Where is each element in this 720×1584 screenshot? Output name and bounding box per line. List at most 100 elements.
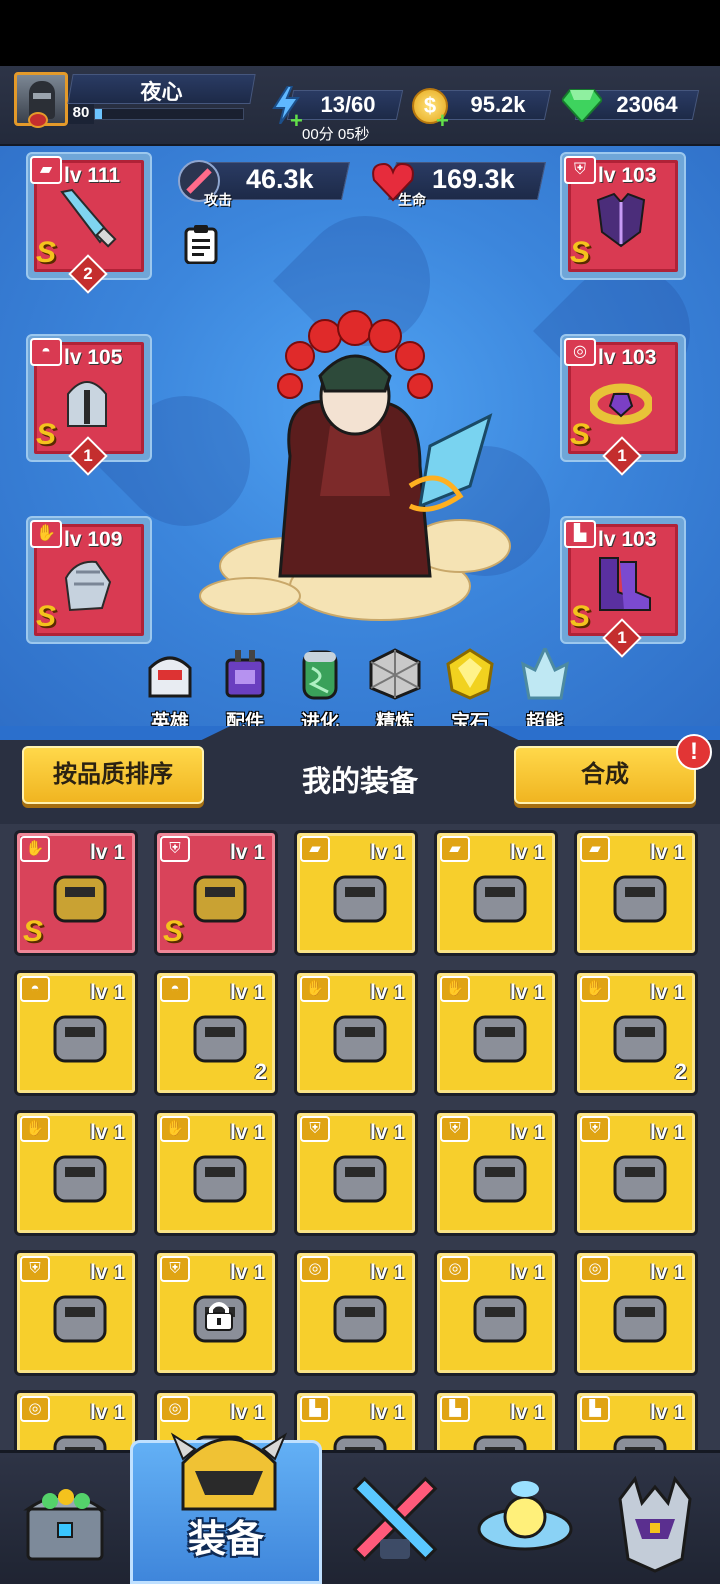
equip-slot-armor[interactable]: ⛨ lv 103 S — [560, 152, 686, 280]
inventory-item[interactable]: ◎ lv 1 — [574, 1250, 698, 1376]
item-level: lv 1 — [509, 981, 545, 1004]
clipboard-icon[interactable] — [184, 224, 218, 264]
weapon-tag-icon: ▰ — [30, 156, 62, 184]
inventory-item[interactable]: ✋ lv 1 2 — [574, 970, 698, 1096]
boots-icon — [613, 1435, 667, 1450]
tab-battle[interactable] — [330, 1459, 460, 1583]
red-belt-icon — [333, 1295, 387, 1343]
inventory-item[interactable]: ✋ lv 1 S — [14, 830, 138, 956]
item-type-tag-icon: ◎ — [20, 1396, 50, 1422]
add-gold-icon[interactable]: + — [436, 110, 452, 132]
item-type-tag-icon: ⛨ — [20, 1256, 50, 1282]
boots-icon — [599, 557, 651, 611]
equip-slot-boots[interactable]: ▙ lv 103 S 1 — [560, 516, 686, 658]
item-level: lv 1 — [229, 1261, 265, 1284]
inventory-item[interactable]: ◎ lv 1 — [14, 1390, 138, 1450]
gem-icon — [562, 89, 602, 122]
white-armor-icon — [613, 1155, 667, 1203]
merge-button[interactable]: 合成 — [514, 746, 696, 804]
cannon-icon — [473, 875, 527, 923]
item-level: lv 1 — [509, 1261, 545, 1284]
item-level: lv 1 — [369, 841, 405, 864]
item-level: lv 1 — [89, 1401, 125, 1424]
boots-icon — [333, 1435, 387, 1450]
slot-level: lv 105 — [64, 346, 123, 369]
inventory-item[interactable]: ✋ lv 1 — [154, 1110, 278, 1236]
bottom-nav — [0, 1450, 720, 1584]
bronze-glove-icon — [473, 1015, 527, 1063]
inventory-item[interactable]: ▰ lv 1 — [434, 830, 558, 956]
inventory-item[interactable]: ⛨ lv 1 — [14, 1250, 138, 1376]
item-level: lv 1 — [369, 1261, 405, 1284]
white-glove-icon — [53, 1155, 107, 1203]
inventory-item[interactable]: ▙ lv 1 — [434, 1390, 558, 1450]
steel-glove-icon — [193, 1155, 247, 1203]
nav-super[interactable]: 超能 — [510, 644, 580, 726]
inventory-item[interactable]: ▰ lv 1 — [574, 830, 698, 956]
inventory-item[interactable]: ✋ lv 1 — [14, 1110, 138, 1236]
grade-badge: S — [570, 236, 591, 269]
grade-badge: S — [36, 418, 57, 451]
nav-refine[interactable]: 精炼 — [360, 648, 430, 726]
crossed-swords-icon — [352, 1476, 438, 1562]
item-level: lv 1 — [649, 1261, 685, 1284]
sword-icon — [613, 875, 667, 923]
item-level: lv 1 — [89, 981, 125, 1004]
equip-slot-helmet[interactable]: ◓ lv 105 S 1 — [26, 334, 152, 476]
inventory-item[interactable]: ⛨ lv 1 — [574, 1110, 698, 1236]
bronze-armor-icon — [473, 1155, 527, 1203]
equip-slot-weapon[interactable]: ▰ lv 111 S 2 — [26, 152, 152, 294]
gold-helmet-icon — [53, 1015, 107, 1063]
tab-expedition[interactable] — [460, 1459, 590, 1583]
slot-level: lv 103 — [598, 346, 657, 369]
item-type-tag-icon: ✋ — [300, 976, 330, 1002]
hero-icon — [148, 656, 192, 698]
grade-badge: S — [36, 236, 57, 269]
item-type-tag-icon: ▙ — [440, 1396, 470, 1422]
item-type-tag-icon: ◓ — [20, 976, 50, 1002]
inventory-item[interactable]: ⛨ lv 1 S — [154, 830, 278, 956]
item-level: lv 1 — [649, 1121, 685, 1144]
nav-evolve[interactable]: 进化 — [285, 648, 355, 726]
tab-guild[interactable] — [590, 1459, 720, 1583]
horned-helmet-icon — [618, 1475, 692, 1573]
gold-gauntlet-icon — [53, 875, 107, 923]
item-level: lv 1 — [649, 1401, 685, 1424]
hp-value: 169.3k — [432, 164, 515, 194]
bronze-belt-icon — [473, 1295, 527, 1343]
slot-level: lv 109 — [64, 528, 123, 551]
inventory-item[interactable]: ✋ lv 1 — [434, 970, 558, 1096]
item-level: lv 1 — [369, 981, 405, 1004]
inventory-item[interactable]: ▰ lv 1 — [294, 830, 418, 956]
nav-gem[interactable]: 宝石 — [435, 648, 505, 726]
gold-glove-icon — [613, 1015, 667, 1063]
inventory-item[interactable]: ◓ lv 1 — [14, 970, 138, 1096]
tab-shop[interactable] — [0, 1459, 130, 1583]
inventory-item[interactable]: ✋ lv 1 — [294, 970, 418, 1096]
item-type-tag-icon: ▰ — [580, 836, 610, 862]
parts-icon — [225, 650, 265, 698]
armor-tag-icon: ⛨ — [564, 156, 596, 184]
sort-by-quality-button[interactable]: 按品质排序 — [22, 746, 204, 804]
equip-slot-gloves[interactable]: ✋ lv 109 S — [26, 516, 152, 644]
gloves-tag-icon: ✋ — [30, 520, 62, 548]
item-level: lv 1 — [649, 981, 685, 1004]
dagger-icon — [60, 188, 117, 248]
ufo-icon — [477, 1481, 573, 1551]
item-level: lv 1 — [509, 1121, 545, 1144]
item-level: lv 1 — [369, 1401, 405, 1424]
item-type-tag-icon: ✋ — [20, 836, 50, 862]
nav-parts[interactable]: 配件 — [210, 648, 280, 726]
inventory-item[interactable]: ⛨ lv 1 — [154, 1250, 278, 1376]
inventory-item[interactable]: ◎ lv 1 — [294, 1250, 418, 1376]
item-level: lv 1 — [89, 1261, 125, 1284]
inventory-item[interactable]: ⛨ lv 1 — [434, 1110, 558, 1236]
inventory-item[interactable]: ▙ lv 1 — [574, 1390, 698, 1450]
equip-slot-belt[interactable]: ◎ lv 103 S 1 — [560, 334, 686, 476]
inventory-item[interactable]: ◓ lv 1 2 — [154, 970, 278, 1096]
helmet-tag-icon: ◓ — [30, 338, 62, 366]
inventory-item[interactable]: ◎ lv 1 — [434, 1250, 558, 1376]
nav-hero[interactable]: 英雄 — [135, 648, 205, 726]
slot-level: lv 103 — [598, 528, 657, 551]
inventory-item[interactable]: ⛨ lv 1 — [294, 1110, 418, 1236]
